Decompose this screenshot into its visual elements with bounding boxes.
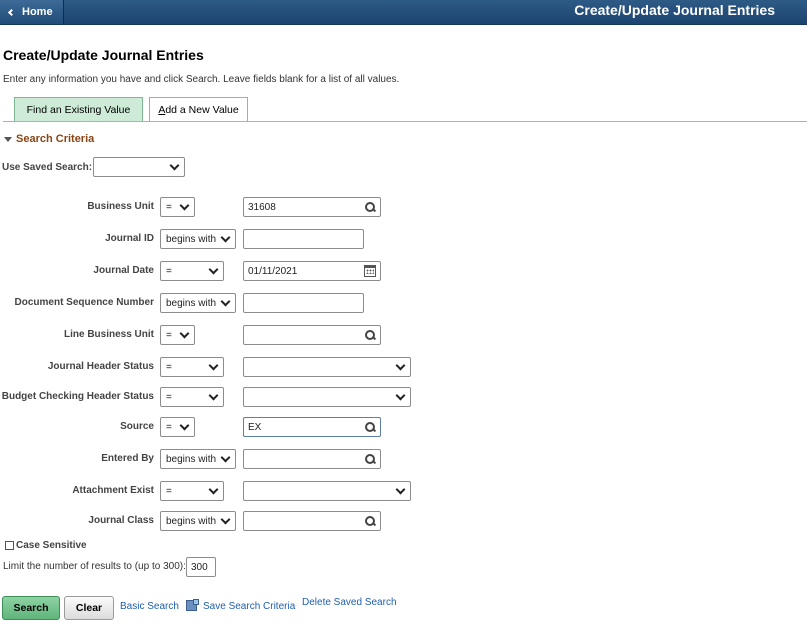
limit-label: Limit the number of results to (up to 30… [3, 561, 186, 572]
journal-date-input[interactable]: 01/11/2021 [243, 261, 381, 281]
field-label-line-business-unit: Line Business Unit [63, 329, 154, 340]
operator-select-journal-id[interactable]: begins with [160, 229, 236, 249]
tab-find-existing-value[interactable]: Find an Existing Value [14, 97, 143, 121]
chevron-down-icon [220, 452, 231, 463]
search-criteria-heading: Search Criteria [16, 133, 95, 145]
tabs-divider [3, 121, 807, 122]
save-search-criteria-link[interactable]: Save Search Criteria [203, 601, 295, 612]
chevron-down-icon [208, 264, 219, 275]
field-label-source: Source [120, 421, 154, 432]
journal-date-value: 01/11/2021 [248, 265, 298, 277]
operator-select-journal-date[interactable]: = [160, 261, 224, 281]
journal-header-status-select[interactable] [243, 357, 411, 377]
delete-saved-search-link[interactable]: Delete Saved Search [302, 597, 397, 608]
saved-search-select[interactable] [93, 157, 185, 177]
chevron-down-icon [395, 484, 406, 495]
operator-value: begins with [166, 297, 217, 309]
operator-select-attachment-exist[interactable]: = [160, 481, 224, 501]
limit-results-value: 300 [191, 561, 208, 573]
chevron-down-icon [179, 200, 190, 211]
tab-label-accesskey: A [158, 103, 166, 116]
basic-search-link[interactable]: Basic Search [120, 601, 179, 612]
operator-select-entered-by[interactable]: begins with [160, 449, 236, 469]
operator-value: begins with [166, 233, 217, 245]
chevron-down-icon [395, 390, 406, 401]
operator-value: = [166, 485, 172, 497]
chevron-down-icon [179, 328, 190, 339]
field-label-journal-header-status: Journal Header Status [47, 361, 154, 372]
operator-value: begins with [166, 453, 217, 465]
search-icon[interactable] [365, 330, 375, 340]
operator-value: = [166, 361, 172, 373]
chevron-down-icon [220, 232, 231, 243]
search-icon[interactable] [365, 422, 375, 432]
chevron-down-icon [179, 420, 190, 431]
search-icon[interactable] [365, 516, 375, 526]
budget-checking-header-status-select[interactable] [243, 387, 411, 407]
page-instructions: Enter any information you have and click… [3, 74, 400, 85]
limit-results-input[interactable]: 300 [186, 557, 216, 577]
business-unit-value: 31608 [248, 201, 276, 213]
chevron-left-icon [7, 8, 16, 17]
search-icon[interactable] [365, 454, 375, 464]
operator-select-business-unit[interactable]: = [160, 197, 195, 217]
chevron-down-icon [220, 514, 231, 525]
calendar-icon[interactable] [364, 265, 376, 277]
chevron-down-icon [208, 390, 219, 401]
field-label-journal-class: Journal Class [88, 515, 154, 526]
journal-id-input[interactable] [243, 229, 364, 249]
field-label-journal-id: Journal ID [105, 233, 154, 244]
top-navigation-bar: Home Create/Update Journal Entries [0, 0, 807, 25]
entered-by-input[interactable] [243, 449, 381, 469]
chevron-down-icon [169, 160, 180, 171]
tab-label: dd a New Value [165, 103, 239, 116]
tab-label: Find an Existing Value [26, 103, 131, 116]
home-label: Home [22, 6, 53, 18]
clear-button[interactable]: Clear [64, 596, 114, 620]
chevron-down-icon [208, 484, 219, 495]
operator-select-journal-header-status[interactable]: = [160, 357, 224, 377]
field-label-journal-date: Journal Date [93, 265, 154, 276]
operator-select-budget-checking-header-status[interactable]: = [160, 387, 224, 407]
source-input[interactable]: EX [243, 417, 381, 437]
operator-select-line-business-unit[interactable]: = [160, 325, 195, 345]
case-sensitive-option: Case Sensitive [5, 540, 87, 551]
operator-select-journal-class[interactable]: begins with [160, 511, 236, 531]
field-label-budget-checking-header-status: Budget Checking Header Status [1, 391, 154, 402]
field-label-document-sequence-number: Document Sequence Number [14, 297, 154, 308]
field-label-attachment-exist: Attachment Exist [72, 485, 154, 496]
tab-add-new-value[interactable]: Add a New Value [149, 97, 248, 121]
operator-select-document-sequence-number[interactable]: begins with [160, 293, 236, 313]
document-sequence-number-input[interactable] [243, 293, 364, 313]
operator-value: = [166, 421, 172, 433]
saved-search-label: Use Saved Search: [2, 162, 93, 173]
operator-value: = [166, 265, 172, 277]
operator-select-source[interactable]: = [160, 417, 195, 437]
business-unit-input[interactable]: 31608 [243, 197, 381, 217]
chevron-down-icon [395, 360, 406, 371]
save-search-icon[interactable] [186, 599, 199, 611]
chevron-down-icon [208, 360, 219, 371]
field-label-business-unit: Business Unit [87, 201, 154, 212]
operator-value: = [166, 201, 172, 213]
line-business-unit-input[interactable] [243, 325, 381, 345]
case-sensitive-label: Case Sensitive [16, 540, 87, 551]
search-button[interactable]: Search [2, 596, 60, 620]
operator-value: = [166, 329, 172, 341]
field-label-entered-by: Entered By [101, 453, 154, 464]
case-sensitive-checkbox[interactable] [5, 541, 14, 550]
triangle-down-icon [4, 136, 12, 142]
search-criteria-toggle[interactable]: Search Criteria [4, 133, 94, 145]
topbar-title: Create/Update Journal Entries [574, 2, 775, 18]
search-icon[interactable] [365, 202, 375, 212]
home-button[interactable]: Home [0, 0, 64, 24]
attachment-exist-select[interactable] [243, 481, 411, 501]
chevron-down-icon [220, 296, 231, 307]
operator-value: begins with [166, 515, 217, 527]
source-value: EX [248, 421, 262, 433]
journal-class-input[interactable] [243, 511, 381, 531]
operator-value: = [166, 391, 172, 403]
page-title: Create/Update Journal Entries [3, 47, 204, 63]
